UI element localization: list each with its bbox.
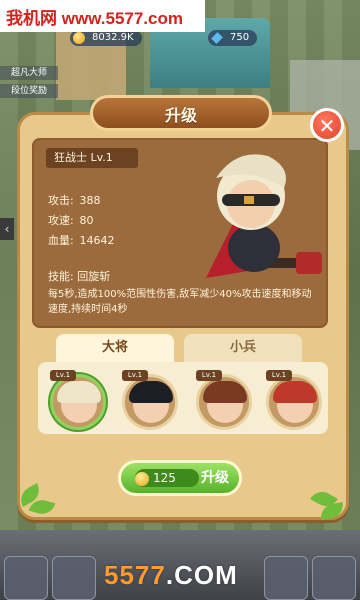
hero-hair: [203, 381, 247, 403]
nav-button[interactable]: [264, 556, 308, 600]
unit-level-badge: Lv.1: [266, 370, 292, 381]
stat-hp: 血量: 14642: [48, 234, 115, 247]
chevron-left-icon[interactable]: ‹: [0, 218, 14, 240]
coin-icon: [73, 32, 85, 44]
nav-button[interactable]: [312, 556, 356, 600]
rank-reward-label[interactable]: 段位奖励: [0, 84, 58, 98]
dialog-title: 升级: [90, 95, 272, 131]
unit-slot[interactable]: [50, 374, 106, 430]
gold-counter: 8032.9K: [70, 30, 142, 46]
nav-button[interactable]: [52, 556, 96, 600]
upgrade-label: 升级: [201, 470, 229, 486]
hero-hair: [129, 381, 173, 403]
unit-level-badge: Lv.1: [50, 370, 76, 381]
hero-name-level: 狂战士 Lv.1: [46, 148, 138, 168]
stat-attack: 攻击: 388: [48, 194, 101, 207]
skill-description: 每5秒,造成100%范围性伤害,敌军减少40%攻击速度和移动速度,持续时间4秒: [48, 289, 312, 315]
gem-counter: 750: [208, 30, 258, 46]
unit-tabs: 大将 小兵: [56, 334, 306, 362]
unit-level-badge: Lv.1: [196, 370, 222, 381]
skill-title: 技能: 回旋斩: [48, 270, 111, 283]
footer-brand-watermark: 5577.COM: [104, 560, 238, 590]
tab-generals[interactable]: 大将: [56, 334, 174, 362]
unit-slot[interactable]: [122, 374, 178, 430]
berserker-hero-art: [206, 154, 322, 278]
nav-button[interactable]: [4, 556, 48, 600]
coin-icon: [135, 472, 149, 486]
stat-attack-speed: 攻速: 80: [48, 214, 94, 227]
upgrade-cost: 125: [153, 471, 176, 485]
gem-icon: [211, 32, 223, 44]
rank-label[interactable]: 超凡大师: [0, 66, 58, 80]
close-button[interactable]: ✕: [310, 108, 344, 142]
hero-hair: [273, 381, 317, 403]
hero-hair: [57, 381, 101, 403]
tab-soldiers[interactable]: 小兵: [184, 334, 302, 362]
unit-selector: Lv.1 Lv.1 Lv.1 Lv.1: [38, 362, 328, 434]
upgrade-button[interactable]: 125 升级: [118, 460, 242, 496]
unit-slot[interactable]: [196, 374, 252, 430]
site-watermark: 我机网 www.5577.com: [0, 0, 205, 32]
unit-slot[interactable]: [266, 374, 322, 430]
unit-level-badge: Lv.1: [122, 370, 148, 381]
